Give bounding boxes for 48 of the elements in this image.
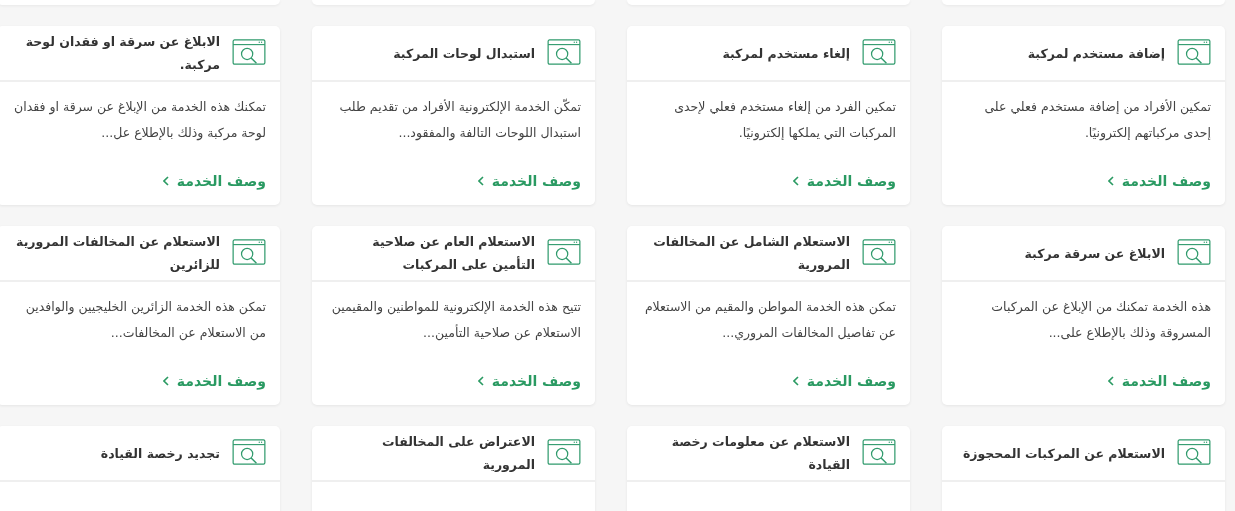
chevron-icon <box>792 176 799 186</box>
service-description-link[interactable]: وصف الخدمة <box>162 373 266 389</box>
service-title: الاستعلام عن المخالفات المرورية للزائرين <box>15 233 220 274</box>
service-title: إضافة مستخدم لمركبة <box>1027 44 1165 64</box>
service-title: الاستعلام العام عن صلاحية التأمين على المركبات <box>371 233 535 274</box>
service-title: الاستعلام عن المركبات المحجوزة <box>962 444 1165 464</box>
service-title: تجديد رخصة القيادة <box>100 444 220 463</box>
window-search-icon <box>1177 439 1211 467</box>
service-title: استبدال لوحات المركبة <box>393 44 535 63</box>
window-search-icon <box>232 439 266 467</box>
service-description-link[interactable]: وصف الخدمة <box>792 173 896 189</box>
service-description-link[interactable]: وصف الخدمة <box>1107 173 1211 189</box>
chevron-icon <box>1107 176 1114 186</box>
window-search-icon <box>232 39 266 67</box>
service-title: الابلاغ عن سرقة مركبة <box>1024 244 1165 263</box>
service-description: هذه الخدمة تمكنك من الإبلاغ عن المركبات المسروقة وذلك بالإطلاع على... <box>990 298 1211 343</box>
window-search-icon <box>1177 39 1211 67</box>
chevron-icon <box>1107 376 1114 386</box>
service-description-link[interactable]: وصف الخدمة <box>1107 373 1211 389</box>
service-description-link[interactable]: وصف الخدمة <box>477 373 581 389</box>
chevron-icon <box>162 376 169 386</box>
chevron-icon <box>477 176 484 186</box>
window-search-icon <box>547 239 581 267</box>
service-description-link[interactable]: وصف الخدمة <box>792 373 896 389</box>
service-title: الاعتراض على المخالفات المرورية <box>380 433 535 474</box>
window-search-icon <box>1177 239 1211 267</box>
service-description: تتيح هذه الخدمة الإلكترونية للمواطنين والمقيمين الاستعلام عن صلاحية التأمين... <box>330 298 581 343</box>
service-description: تمكين الفرد من إلغاء مستخدم فعلي لإحدى المركبات التي يملكها إلكترونيًا. <box>673 98 896 143</box>
service-title: الاستعلام الشامل عن المخالفات المرورية <box>652 233 850 274</box>
window-search-icon <box>862 439 896 467</box>
service-title: الابلاغ عن سرقة او فقدان لوحة مركبة. <box>24 33 220 74</box>
service-description: تمكّن الخدمة الإلكترونية الأفراد من تقديم طلب استبدال اللوحات التالفة والمفقود... <box>338 97 581 143</box>
service-title: الاستعلام عن معلومات رخصة القيادة <box>670 433 850 474</box>
window-search-icon <box>862 239 896 267</box>
window-search-icon <box>547 439 581 467</box>
service-description-link[interactable]: وصف الخدمة <box>162 173 266 189</box>
service-description: تمكنك هذه الخدمة من الإبلاغ عن سرقة او فقدان لوحة مركبة وذلك بالإطلاع عل... <box>13 98 266 143</box>
service-description: تمكن هذه الخدمة الزائرين الخليجيين والوافدين من الاستعلام عن المخالفات... <box>24 298 266 343</box>
service-description: تمكن هذه الخدمة المواطن والمقيم من الاستعلام عن تفاصيل المخالفات المروري... <box>643 298 896 343</box>
chevron-icon <box>792 376 799 386</box>
chevron-icon <box>477 376 484 386</box>
service-description: تمكين الأفراد من إضافة مستخدم فعلي على إحدى مركباتهم إلكترونيًا. <box>983 98 1211 143</box>
service-title: إلغاء مستخدم لمركبة <box>722 44 850 64</box>
window-search-icon <box>232 239 266 267</box>
window-search-icon <box>862 39 896 67</box>
service-description-link[interactable]: وصف الخدمة <box>477 173 581 189</box>
window-search-icon <box>547 39 581 67</box>
chevron-icon <box>162 176 169 186</box>
